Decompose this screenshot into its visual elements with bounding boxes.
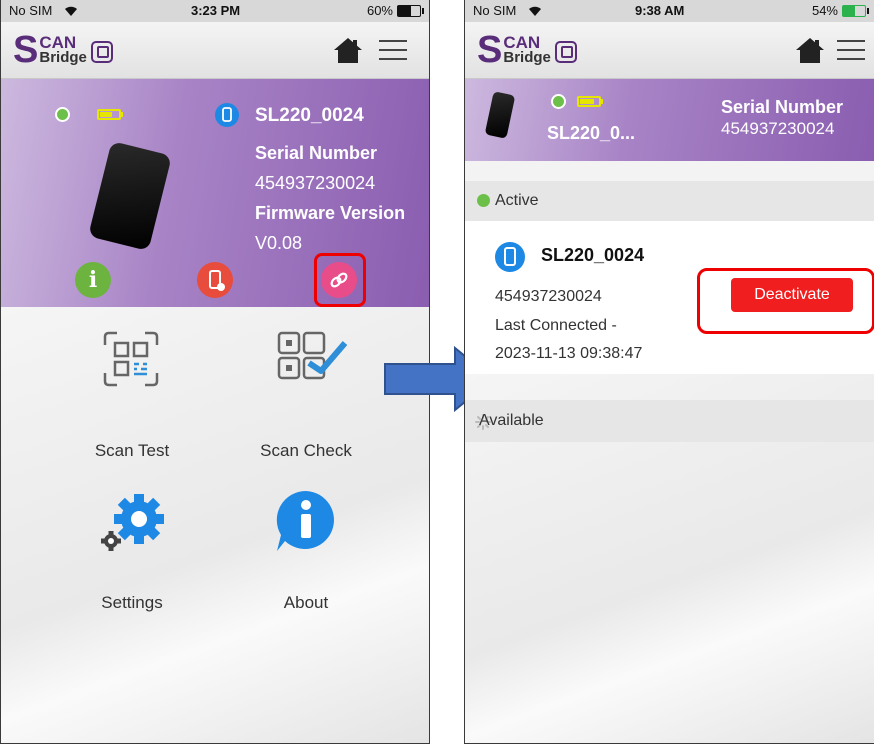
battery-icon — [397, 4, 424, 17]
active-device-serial: 454937230024 — [495, 288, 602, 305]
carrier-label: No SIM — [9, 3, 53, 18]
bluetooth-device-icon — [495, 242, 525, 272]
active-section-label: Active — [495, 192, 539, 209]
clock: 3:23 PM — [191, 3, 241, 18]
device-name: SL220_0... — [547, 123, 636, 143]
last-connected-label: Last Connected - — [495, 317, 617, 334]
app-logo: S CAN Bridge — [477, 28, 577, 72]
available-section-header: Available — [465, 400, 874, 442]
bluetooth-device-icon — [215, 103, 239, 127]
about-info-icon — [276, 490, 334, 551]
left-phone-screen: No SIM 3:23 PM 60% S CAN Bridge SL220_002… — [0, 0, 430, 744]
connection-status-dot — [551, 94, 566, 109]
active-section-header: Active — [465, 181, 874, 221]
last-connected-time: 2023-11-13 09:38:47 — [495, 345, 643, 362]
device-battery-icon — [97, 109, 123, 120]
scan-test-label: Scan Test — [94, 441, 170, 460]
battery-indicator: 60% — [366, 3, 424, 18]
device-battery-icon — [577, 96, 603, 107]
carrier-label: No SIM — [473, 3, 517, 18]
available-area: Available — [465, 374, 874, 743]
battery-percent: 54% — [811, 3, 838, 18]
hamburger-menu-icon[interactable] — [837, 38, 865, 62]
deactivate-button-highlight — [697, 268, 874, 334]
app-header: S CAN Bridge — [1, 22, 429, 79]
status-bar: No SIM 9:38 AM 54% — [465, 0, 874, 22]
clock: 9:38 AM — [635, 3, 685, 18]
info-icon[interactable]: i — [75, 262, 111, 298]
home-icon[interactable] — [333, 36, 363, 64]
home-icon[interactable] — [795, 36, 825, 64]
settings-gear-icon — [101, 494, 164, 551]
app-header: S CAN Bridge — [465, 22, 874, 79]
available-section-label: Available — [479, 412, 544, 429]
battery-charging-icon — [842, 4, 869, 17]
scanner-device-image — [88, 140, 172, 252]
right-phone-screen: No SIM 9:38 AM 54% S CAN Bridge SL220_0..… — [464, 0, 874, 744]
about-label: About — [283, 593, 329, 612]
device-name: SL220_0024 — [255, 105, 364, 126]
connection-status-dot — [55, 107, 70, 122]
disconnect-device-icon[interactable] — [197, 262, 233, 298]
app-logo: S CAN Bridge — [13, 28, 113, 72]
device-panel: SL220_0... Serial Number 454937230024 — [465, 79, 874, 161]
battery-indicator: 54% — [811, 3, 869, 18]
menu-area: Scan Test Scan Check Settings About — [1, 307, 429, 743]
battery-percent: 60% — [366, 3, 393, 18]
scan-test-icon — [103, 331, 159, 387]
firmware-version-label: Firmware Version — [255, 203, 406, 223]
active-status-dot — [477, 194, 490, 207]
firmware-version-value: V0.08 — [255, 233, 303, 253]
hamburger-menu-icon[interactable] — [379, 38, 407, 62]
settings-label: Settings — [101, 593, 163, 612]
active-device-card: SL220_0024 454937230024 Last Connected -… — [465, 228, 874, 374]
scan-check-label: Scan Check — [260, 441, 352, 460]
serial-number-label: Serial Number — [255, 143, 378, 163]
serial-number-value: 454937230024 — [255, 173, 376, 193]
scanner-device-image — [484, 91, 516, 139]
wifi-icon — [65, 6, 77, 16]
status-bar: No SIM 3:23 PM 60% — [1, 0, 429, 22]
scan-check-icon — [277, 331, 348, 380]
spacer — [465, 161, 874, 181]
serial-number-value: 454937230024 — [721, 119, 835, 138]
wifi-icon — [529, 6, 541, 16]
link-icon-highlight — [314, 253, 366, 307]
device-panel: SL220_0024 Serial Number 454937230024 Fi… — [1, 79, 429, 307]
active-device-name: SL220_0024 — [541, 245, 645, 265]
serial-number-label: Serial Number — [721, 97, 844, 117]
